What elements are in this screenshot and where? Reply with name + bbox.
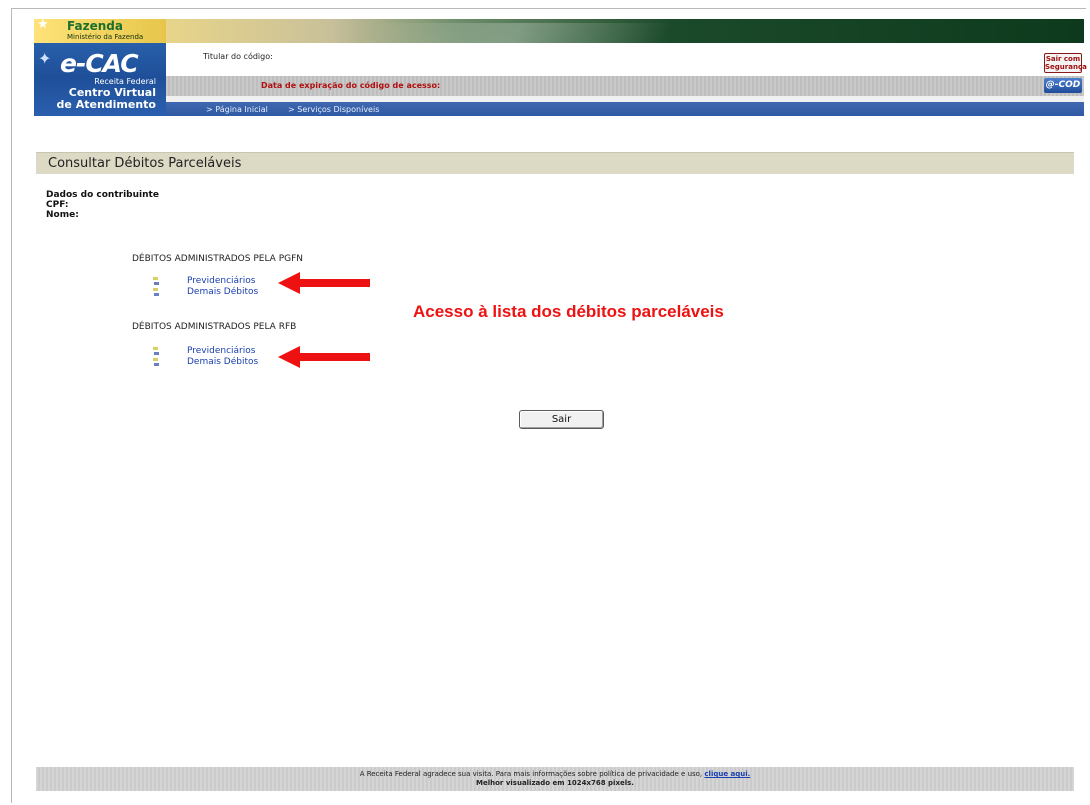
header-banner [166,19,1084,43]
footer: A Receita Federal agradece sua visita. P… [36,767,1074,791]
logo-org: Fazenda [67,19,123,33]
group-title-rfb: DÉBITOS ADMINISTRADOS PELA RFB [132,322,297,332]
footer-line: A Receita Federal agradece sua visita. P… [36,770,1074,779]
ecac-logo[interactable]: ★ Fazenda Ministério da Fazenda ✦ e-CAC … [34,17,166,116]
link-pgfn-previdenciarios[interactable]: Previdenciários [187,276,255,286]
name-label: Nome: [46,210,79,220]
logo-agency: Receita Federal [94,77,156,86]
best-view-text: Melhor visualizado em 1024x768 pixels. [476,779,634,787]
link-pgfn-demais-debitos[interactable]: Demais Débitos [187,287,258,297]
titular-label: Titular do código: [203,52,273,61]
logo-tagline-2: de Atendimento [56,98,156,111]
bullet-icon [153,288,159,296]
expiration-row: Data de expiração do código de acesso: @… [166,76,1084,96]
browser-frame [11,8,1086,803]
taxpayer-heading: Dados do contribuinte [46,190,159,200]
eagle-icon: ✦ [38,49,52,68]
link-rfb-demais-debitos[interactable]: Demais Débitos [187,357,258,367]
fazenda-banner: ★ Fazenda Ministério da Fazenda [34,17,166,43]
footer-text: A Receita Federal agradece sua visita. P… [359,770,703,778]
star-icon: ★ [37,17,49,32]
bullet-icon [153,347,159,355]
cpf-label: CPF: [46,200,69,210]
red-arrow-icon [278,346,370,368]
privacy-link[interactable]: clique aqui. [704,770,750,778]
logo-tagline: Centro Virtual de Atendimento [34,87,156,111]
group-title-pgfn: DÉBITOS ADMINISTRADOS PELA PGFN [132,254,303,264]
site-header: ★ Fazenda Ministério da Fazenda ✦ e-CAC … [34,17,1087,116]
logo-brand: e-CAC [60,49,139,78]
red-arrow-icon [278,272,370,294]
page-title: Consultar Débitos Parceláveis [48,156,242,171]
logout-button[interactable]: Sair com Segurança [1044,53,1087,73]
expiration-label: Data de expiração do código de acesso: [261,81,441,90]
bullet-icon [153,358,159,366]
bullet-icon [153,277,159,285]
nav-services[interactable]: > Serviços Disponíveis [288,105,379,114]
annotation-text: Acesso à lista dos débitos parceláveis [413,302,724,321]
titular-row: Titular do código: Sair com Segurança [166,43,1087,76]
exit-button[interactable]: Sair [519,410,604,429]
link-rfb-previdenciarios[interactable]: Previdenciários [187,346,255,356]
logo-ministry: Ministério da Fazenda [67,33,144,41]
ecod-badge[interactable]: @-COD [1044,78,1082,93]
taxpayer-info: Dados do contribuinte CPF: Nome: [46,190,159,220]
page-title-bar: Consultar Débitos Parceláveis [36,152,1074,174]
banner-wave [358,23,674,43]
nav-home[interactable]: > Página Inicial [206,105,268,114]
nav-bar: > Página Inicial > Serviços Disponíveis [166,96,1084,116]
